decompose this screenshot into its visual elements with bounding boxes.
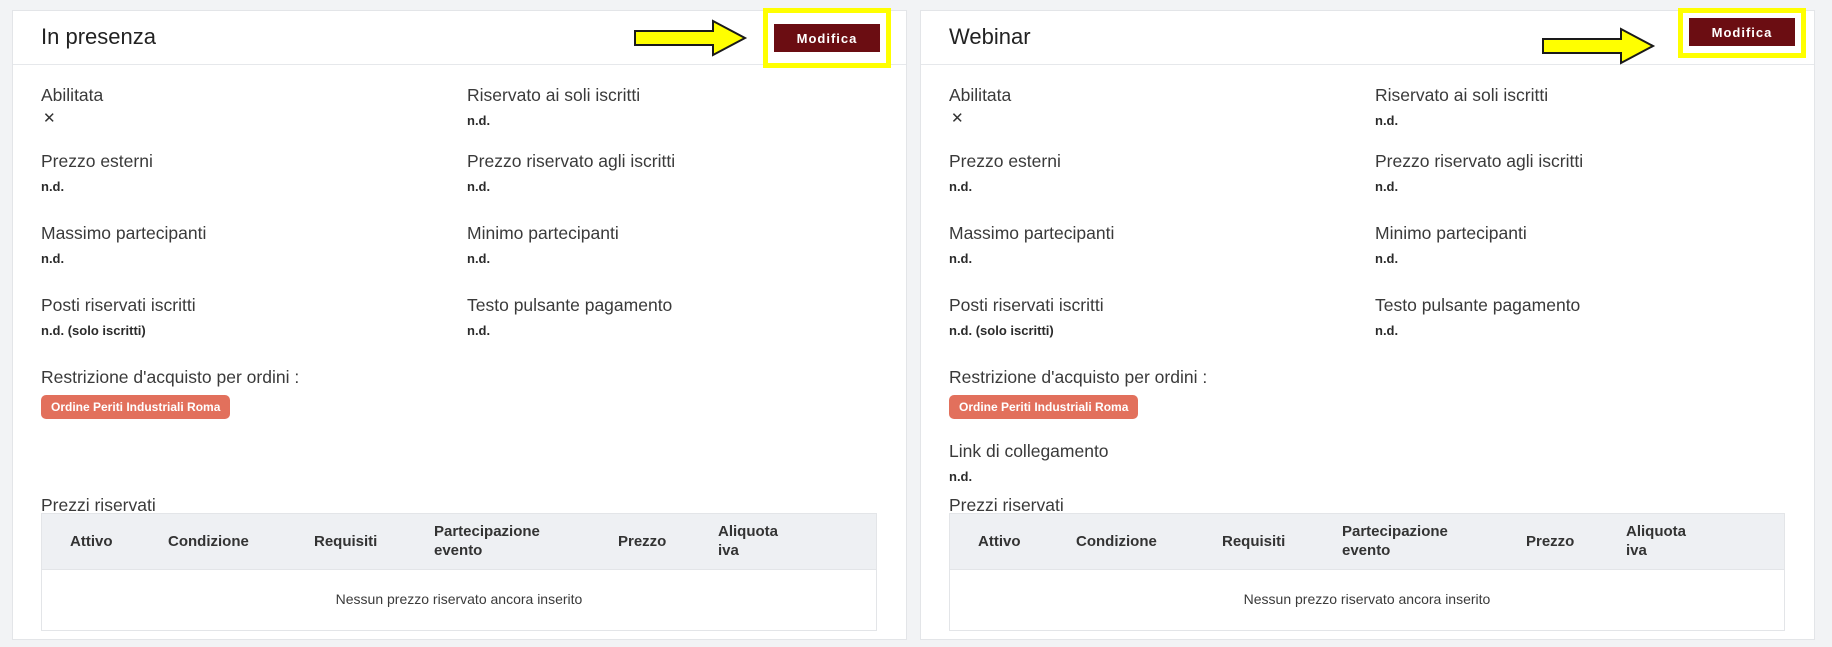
column-header-attivo: Attivo	[978, 533, 1021, 550]
member-price-label: Prezzo riservato agli iscritti	[1375, 151, 1584, 171]
enabled-label: Abilitata	[41, 85, 104, 105]
purchase-restriction-label: Restrizione d'acquisto per ordini :	[41, 367, 300, 387]
members-only-value: n.d.	[1375, 113, 1399, 128]
panel-title: In presenza	[41, 24, 156, 49]
table-header: Attivo Condizione Requisiti Partecipazio…	[950, 514, 1784, 570]
reserved-seats-label: Posti riservati iscritti	[949, 295, 1104, 315]
member-price-value: n.d.	[467, 179, 491, 194]
min-participants-label: Minimo partecipanti	[1375, 223, 1527, 243]
max-participants-value: n.d.	[949, 251, 973, 266]
min-participants-value: n.d.	[1375, 251, 1399, 266]
column-header-prezzo: Prezzo	[1526, 533, 1575, 550]
connection-link-value: n.d.	[949, 469, 973, 484]
members-only-label: Riservato ai soli iscritti	[1375, 85, 1549, 105]
edit-highlight: Modifica	[763, 8, 891, 68]
max-participants-label: Massimo partecipanti	[949, 223, 1115, 243]
arrow-right-icon	[1542, 27, 1656, 65]
panel-header: Webinar Modifica	[921, 8, 1814, 65]
column-header-attivo: Attivo	[70, 533, 113, 550]
max-participants-value: n.d.	[41, 251, 65, 266]
order-restriction-tag: Ordine Periti Industriali Roma	[949, 395, 1139, 419]
column-header-partecipazione: Partecipazione evento	[1342, 523, 1448, 559]
max-participants-label: Massimo partecipanti	[41, 223, 207, 243]
empty-table-message: Nessun prezzo riservato ancora inserito	[1243, 591, 1491, 607]
payment-button-text-label: Testo pulsante pagamento	[467, 295, 673, 315]
panel-title: Webinar	[949, 24, 1031, 49]
empty-table-message: Nessun prezzo riservato ancora inserito	[335, 591, 583, 607]
reserved-prices-table: Attivo Condizione Requisiti Partecipazio…	[41, 513, 877, 631]
order-restriction-tag: Ordine Periti Industriali Roma	[41, 395, 231, 419]
reserved-seats-value: n.d. (solo iscritti)	[41, 323, 146, 338]
external-price-value: n.d.	[949, 179, 973, 194]
column-header-requisiti: Requisiti	[314, 533, 378, 550]
external-price-label: Prezzo esterni	[41, 151, 153, 171]
enabled-label: Abilitata	[949, 85, 1012, 105]
close-icon: ✕	[43, 110, 56, 127]
reserved-seats-label: Posti riservati iscritti	[41, 295, 196, 315]
column-header-condizione: Condizione	[1076, 533, 1157, 550]
member-price-label: Prezzo riservato agli iscritti	[467, 151, 676, 171]
reserved-seats-value: n.d. (solo iscritti)	[949, 323, 1054, 338]
column-header-aliquota: Aliquota iva	[718, 523, 778, 559]
edit-highlight: Modifica	[1678, 8, 1806, 58]
edit-button[interactable]: Modifica	[774, 24, 880, 52]
close-icon: ✕	[951, 110, 964, 127]
external-price-label: Prezzo esterni	[949, 151, 1061, 171]
panel-header: In presenza Modifica	[13, 8, 906, 68]
panel-in-presenza: In presenza Modifica Abilitata ✕ Riserva…	[12, 8, 907, 640]
connection-link-label: Link di collegamento	[949, 441, 1109, 461]
arrow-right-icon	[634, 19, 748, 57]
reserved-prices-table: Attivo Condizione Requisiti Partecipazio…	[949, 513, 1785, 631]
column-header-condizione: Condizione	[168, 533, 249, 550]
member-price-value: n.d.	[1375, 179, 1399, 194]
members-only-label: Riservato ai soli iscritti	[467, 85, 641, 105]
table-header: Attivo Condizione Requisiti Partecipazio…	[42, 514, 876, 570]
panel-webinar: Webinar Modifica Abilitata ✕ Riservato a…	[920, 8, 1815, 640]
column-header-aliquota: Aliquota iva	[1626, 523, 1686, 559]
members-only-value: n.d.	[467, 113, 491, 128]
edit-button[interactable]: Modifica	[1689, 18, 1795, 46]
payment-button-text-value: n.d.	[467, 323, 491, 338]
external-price-value: n.d.	[41, 179, 65, 194]
column-header-partecipazione: Partecipazione evento	[434, 523, 540, 559]
min-participants-value: n.d.	[467, 251, 491, 266]
column-header-prezzo: Prezzo	[618, 533, 667, 550]
purchase-restriction-label: Restrizione d'acquisto per ordini :	[949, 367, 1208, 387]
payment-button-text-label: Testo pulsante pagamento	[1375, 295, 1581, 315]
column-header-requisiti: Requisiti	[1222, 533, 1286, 550]
payment-button-text-value: n.d.	[1375, 323, 1399, 338]
min-participants-label: Minimo partecipanti	[467, 223, 619, 243]
